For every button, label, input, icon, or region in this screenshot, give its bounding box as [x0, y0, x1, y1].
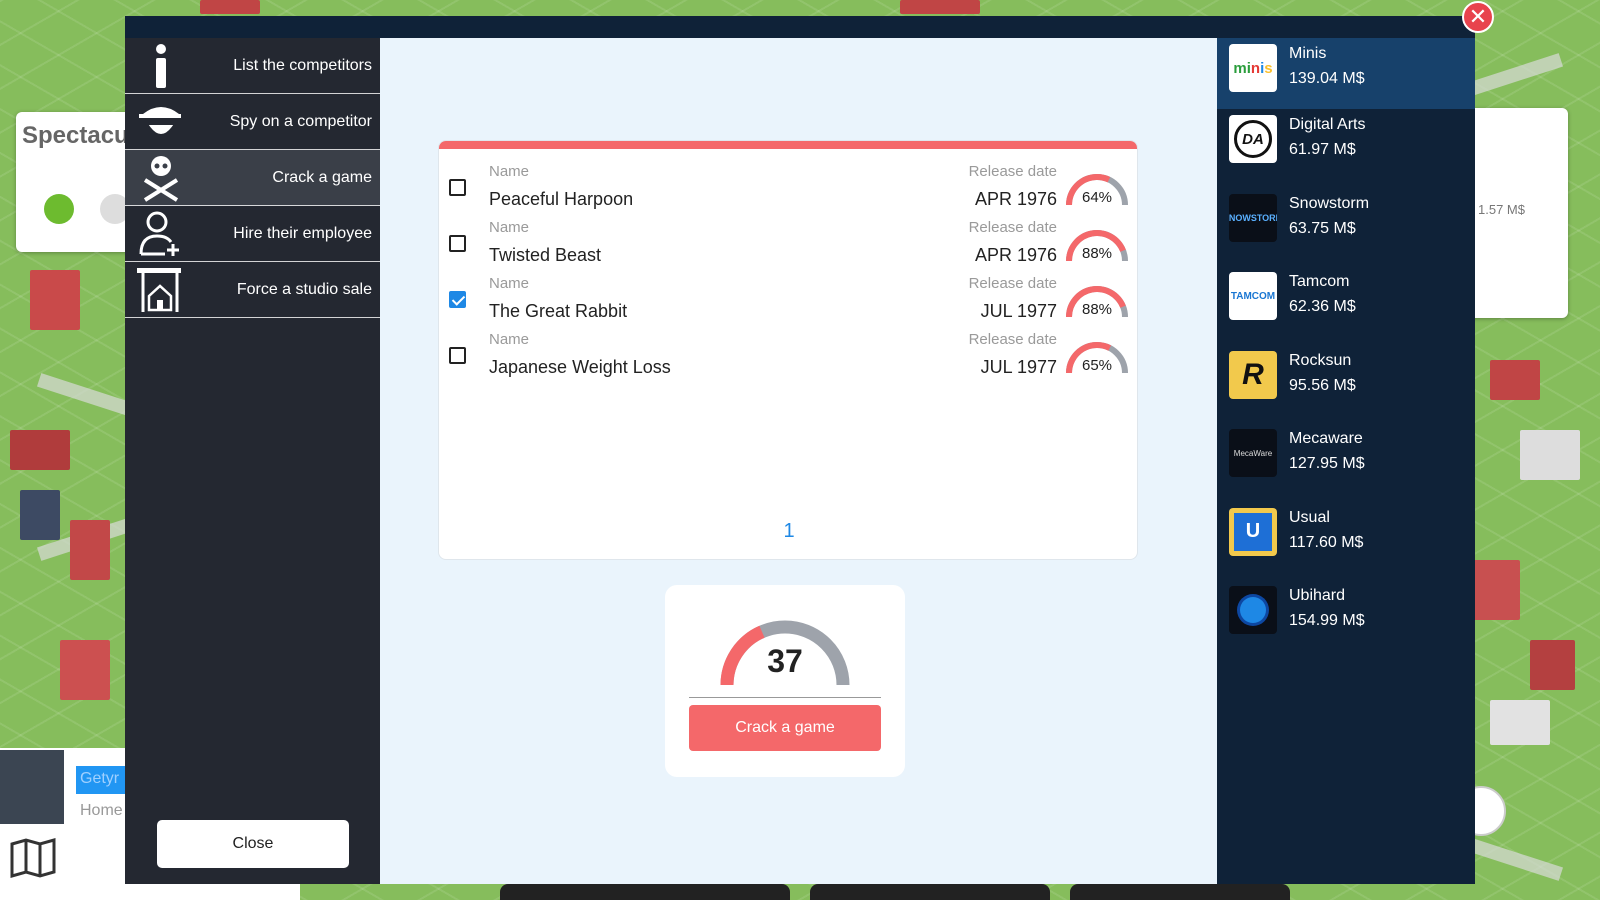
- window-title-bar: [125, 16, 1475, 38]
- background-bottom-label: Home: [80, 802, 123, 819]
- competitor-item[interactable]: U Usual 117.60 M$: [1217, 502, 1475, 581]
- minis-logo: minis: [1229, 44, 1277, 92]
- menu-item-list-competitors[interactable]: List the competitors: [125, 38, 380, 94]
- competitor-value: 63.75 M$: [1289, 219, 1356, 237]
- rocksun-logo: R: [1229, 350, 1277, 399]
- info-icon: [131, 42, 181, 90]
- background-card-title: Spectacu: [22, 122, 129, 149]
- name-label: Name: [489, 331, 530, 348]
- background-bottom-bar: [500, 884, 790, 900]
- game-checkbox[interactable]: [449, 179, 466, 196]
- game-score-percent: 64%: [1081, 189, 1113, 206]
- background-bottom-bar: [1070, 884, 1290, 900]
- competitor-item[interactable]: SNOWSTORM Snowstorm 63.75 M$: [1217, 188, 1475, 267]
- menu-item-label: Hire their employee: [233, 224, 372, 242]
- competitor-item[interactable]: DA Digital Arts 61.97 M$: [1217, 109, 1475, 188]
- background-bottom-bar: [810, 884, 1050, 900]
- game-score-gauge: 88%: [1063, 277, 1131, 319]
- name-label: Name: [489, 219, 530, 236]
- release-date-label: Release date: [968, 163, 1057, 180]
- add-user-icon: [131, 210, 181, 258]
- name-label: Name: [489, 275, 530, 292]
- mecaware-logo: MecaWare: [1229, 429, 1277, 477]
- skull-crossbones-icon: [131, 154, 181, 202]
- game-row[interactable]: Name The Great Rabbit Release date JUL 1…: [439, 263, 1137, 321]
- release-date: JUL 1977: [980, 357, 1057, 377]
- background-game-card: Spectacu: [16, 112, 136, 252]
- spy-icon: [131, 98, 183, 146]
- menu-item-crack-game[interactable]: Crack a game: [125, 150, 380, 206]
- divider: [689, 697, 881, 698]
- list-accent-bar: [439, 141, 1137, 149]
- snowstorm-logo: SNOWSTORM: [1229, 193, 1277, 242]
- competitor-list: minis Minis 139.04 M$ DA Digital Arts 61…: [1217, 38, 1475, 884]
- competitor-value: 62.36 M$: [1289, 298, 1356, 315]
- name-label: Name: [489, 163, 530, 180]
- actions-menu: List the competitors Spy on a competitor…: [125, 38, 380, 884]
- game-row[interactable]: Name Twisted Beast Release date APR 1976…: [439, 207, 1137, 265]
- competitor-value: 127.95 M$: [1289, 455, 1365, 472]
- competitor-name: Usual: [1289, 508, 1330, 526]
- crack-chance-value: 37: [767, 643, 803, 679]
- menu-item-label: Spy on a competitor: [229, 112, 372, 130]
- background-bottom-tab: Getyr: [76, 766, 126, 794]
- release-date-label: Release date: [968, 275, 1057, 292]
- competitor-name: Minis: [1289, 45, 1327, 62]
- games-list: Name Peaceful Harpoon Release date APR 1…: [438, 140, 1138, 560]
- game-row[interactable]: Name Japanese Weight Loss Release date J…: [439, 319, 1137, 377]
- competitor-name: Digital Arts: [1289, 116, 1366, 133]
- competitor-value: 117.60 M$: [1289, 533, 1364, 551]
- game-score-percent: 65%: [1081, 357, 1113, 374]
- menu-item-spy[interactable]: Spy on a competitor: [125, 94, 380, 150]
- menu-item-hire-employee[interactable]: Hire their employee: [125, 206, 380, 262]
- competitor-value: 95.56 M$: [1289, 376, 1356, 394]
- usual-logo: U: [1229, 507, 1277, 556]
- game-score-gauge: 65%: [1063, 333, 1131, 375]
- competitor-item[interactable]: TAMCOM Tamcom 62.36 M$: [1217, 266, 1475, 345]
- release-date-label: Release date: [968, 219, 1057, 236]
- page-number-link[interactable]: 1: [439, 520, 1137, 543]
- menu-item-label: List the competitors: [233, 56, 372, 74]
- crack-chance-card: 37 Crack a game: [665, 585, 905, 777]
- game-score-gauge: 64%: [1063, 165, 1131, 207]
- menu-item-label: Crack a game: [272, 168, 372, 186]
- competitor-name: Tamcom: [1289, 273, 1350, 290]
- competitor-item[interactable]: R Rocksun 95.56 M$: [1217, 345, 1475, 424]
- background-right-value: 1.57 M$: [1478, 202, 1525, 217]
- game-checkbox[interactable]: [449, 347, 466, 364]
- competitor-value: 154.99 M$: [1289, 612, 1365, 629]
- game-name: Japanese Weight Loss: [489, 357, 671, 377]
- competitor-name: Ubihard: [1289, 587, 1346, 604]
- ubihard-logo: [1229, 586, 1277, 634]
- crack-game-panel: Name Peaceful Harpoon Release date APR 1…: [380, 38, 1217, 884]
- tamcom-logo: TAMCOM: [1229, 272, 1277, 320]
- competitor-item[interactable]: minis Minis 139.04 M$: [1217, 38, 1475, 109]
- game-row[interactable]: Name Peaceful Harpoon Release date APR 1…: [439, 151, 1137, 209]
- close-window-button[interactable]: ✕: [1462, 1, 1494, 33]
- digital-arts-logo: DA: [1229, 115, 1277, 163]
- building-icon: [0, 750, 64, 824]
- game-score-percent: 88%: [1081, 245, 1113, 262]
- map-book-icon: [8, 838, 58, 878]
- competitor-name: Rocksun: [1289, 351, 1352, 369]
- competitor-name: Snowstorm: [1289, 194, 1370, 212]
- crack-game-button[interactable]: Crack a game: [689, 705, 881, 751]
- game-checkbox[interactable]: [449, 235, 466, 252]
- close-icon: ✕: [1468, 4, 1488, 29]
- heart-icon: [44, 194, 74, 224]
- close-button[interactable]: Close: [157, 820, 349, 868]
- game-score-gauge: 88%: [1063, 221, 1131, 263]
- competitor-item[interactable]: MecaWare Mecaware 127.95 M$: [1217, 423, 1475, 502]
- competitor-item[interactable]: Ubihard 154.99 M$: [1217, 580, 1475, 659]
- competitor-value: 139.04 M$: [1289, 70, 1365, 87]
- competitor-name: Mecaware: [1289, 430, 1363, 447]
- menu-item-label: Force a studio sale: [236, 280, 372, 298]
- release-date-label: Release date: [968, 331, 1057, 348]
- competitor-value: 61.97 M$: [1289, 141, 1356, 158]
- game-score-percent: 88%: [1081, 301, 1113, 318]
- house-sale-icon: [131, 266, 183, 314]
- competitors-window: List the competitors Spy on a competitor…: [125, 16, 1475, 884]
- menu-item-force-sale[interactable]: Force a studio sale: [125, 262, 380, 318]
- game-checkbox[interactable]: [449, 291, 466, 308]
